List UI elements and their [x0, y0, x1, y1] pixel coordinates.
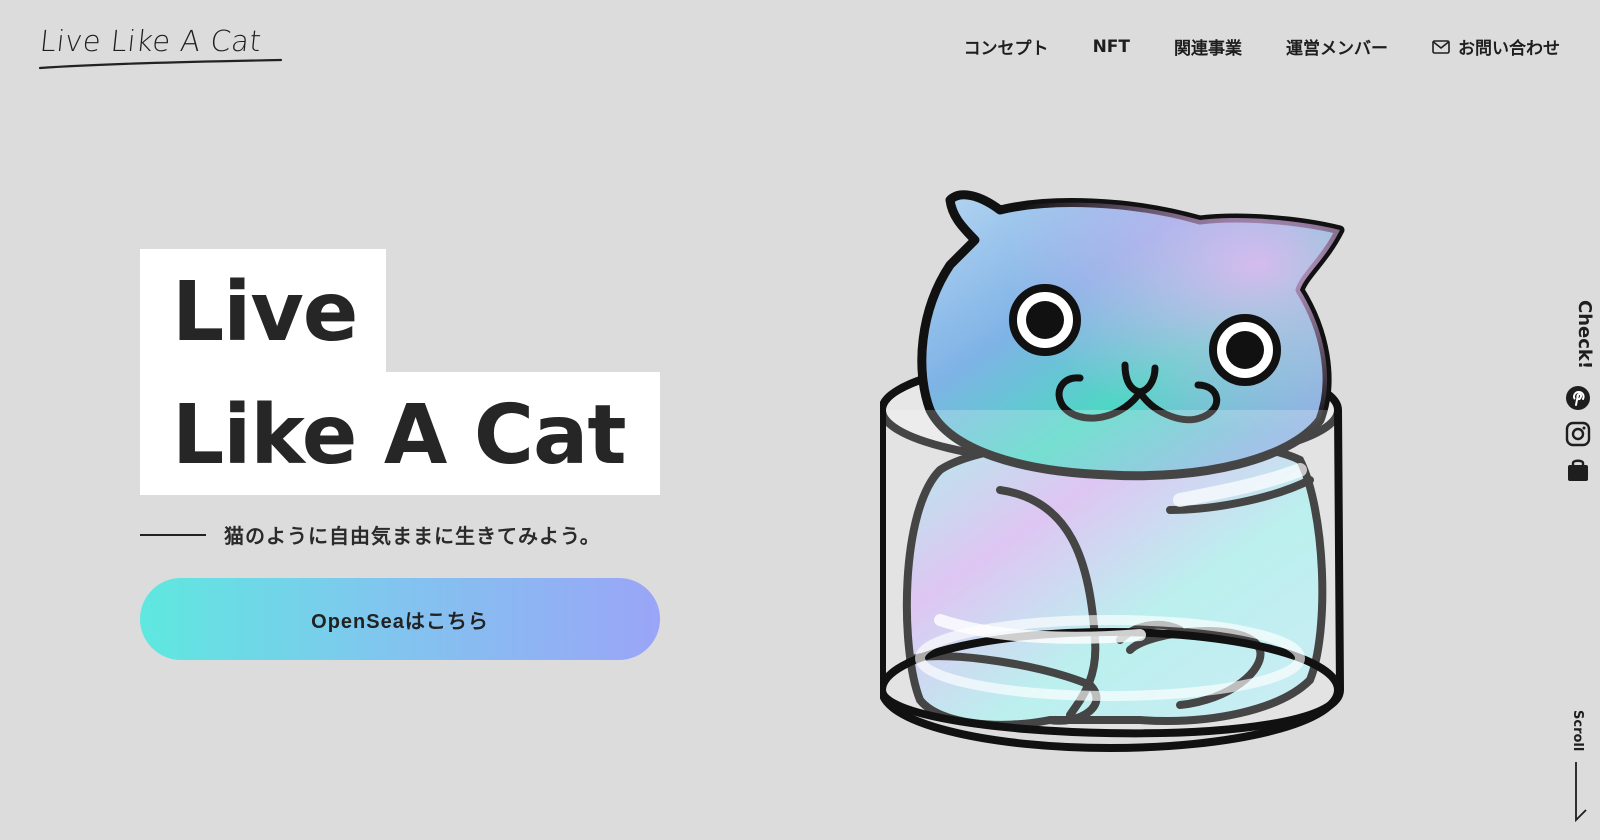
nav-concept[interactable]: コンセプト: [964, 34, 1049, 59]
main-nav: コンセプト NFT 関連事業 運営メンバー お問い合わせ: [964, 34, 1560, 60]
nav-members[interactable]: 運営メンバー: [1286, 34, 1388, 59]
tagline-rule: [140, 533, 206, 536]
hero-tagline: 猫のように自由気ままに生きてみよう。: [140, 520, 601, 549]
nav-nft-label: NFT: [1092, 36, 1130, 57]
shop-bag-icon[interactable]: [1565, 457, 1591, 483]
logo-underline: [38, 58, 283, 70]
hero-title-line-2: Like A Cat: [172, 388, 627, 483]
scroll-arrow-icon: [1575, 762, 1587, 822]
mail-icon: [1432, 39, 1450, 54]
cat-in-glass-illustration: [880, 190, 1345, 752]
nav-members-label: 運営メンバー: [1286, 39, 1388, 59]
nav-related-business[interactable]: 関連事業: [1174, 34, 1242, 59]
side-check: Check!: [1567, 300, 1595, 390]
opensea-button-label: OpenSeaはこちら: [311, 610, 489, 633]
scroll-indicator[interactable]: Scroll: [1568, 710, 1592, 822]
opensea-button[interactable]: OpenSeaはこちら: [140, 578, 660, 660]
scroll-label: Scroll: [1570, 710, 1585, 752]
pinterest-icon[interactable]: [1565, 385, 1591, 411]
site-logo[interactable]: Live Like A Cat: [38, 22, 283, 72]
nav-nft[interactable]: NFT: [1093, 37, 1130, 57]
nav-contact[interactable]: お問い合わせ: [1432, 34, 1560, 59]
nav-contact-label: お問い合わせ: [1458, 39, 1560, 59]
nav-related-business-label: 関連事業: [1174, 39, 1242, 59]
logo-text: Live Like A Cat: [38, 24, 264, 58]
hero-title-line-1: Live: [172, 265, 358, 360]
side-check-label: Check!: [1574, 300, 1595, 370]
tagline-text: 猫のように自由気ままに生きてみよう。: [224, 524, 601, 548]
nav-concept-label: コンセプト: [963, 39, 1049, 59]
instagram-icon[interactable]: [1565, 421, 1591, 447]
